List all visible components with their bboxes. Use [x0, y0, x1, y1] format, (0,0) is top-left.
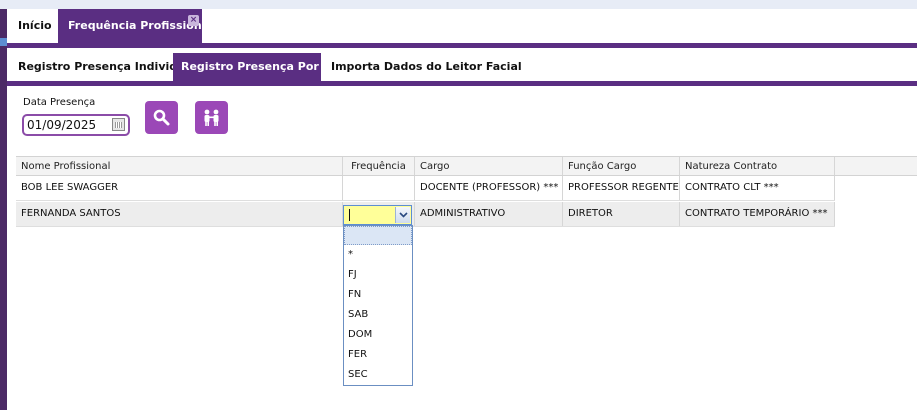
people-button[interactable] [195, 101, 228, 134]
main-tab-underline [7, 43, 917, 48]
column-header-funcao[interactable]: Função Cargo [563, 157, 680, 175]
table-row[interactable]: BOB LEE SWAGGER DOCENTE (PROFESSOR) *** … [16, 176, 835, 201]
column-header-cargo[interactable]: Cargo [415, 157, 563, 175]
cell-natureza: CONTRATO TEMPORÁRIO *** [680, 202, 835, 226]
text-caret [349, 209, 350, 221]
column-header-spacer [835, 157, 917, 175]
cell-natureza: CONTRATO CLT *** [680, 176, 835, 200]
dropdown-option-empty[interactable] [344, 226, 412, 245]
cell-nome: FERNANDA SANTOS [16, 202, 343, 226]
tab-registro-presenca-por-dia[interactable]: Registro Presença Por Dia [173, 53, 343, 81]
table-row[interactable]: FERNANDA SANTOS ADMINISTRATIVO DIRETOR C… [16, 202, 835, 227]
search-button[interactable] [145, 101, 178, 134]
dropdown-option[interactable]: SAB [344, 305, 412, 325]
tab-inicio[interactable]: Início [8, 9, 58, 43]
dropdown-toggle[interactable] [395, 207, 410, 223]
left-edge-strip [0, 0, 7, 410]
close-icon[interactable]: × [188, 15, 199, 26]
date-field[interactable] [22, 114, 130, 136]
left-edge-top [0, 0, 7, 9]
date-input[interactable] [27, 117, 109, 133]
sub-tab-underline [7, 81, 917, 86]
dropdown-option[interactable]: FER [344, 345, 412, 365]
tab-frequencia-profissional[interactable]: Frequência Profissional × [58, 9, 213, 43]
calendar-icon[interactable] [112, 118, 125, 131]
cell-cargo: DOCENTE (PROFESSOR) *** [415, 176, 563, 200]
column-header-frequencia[interactable]: Frequência [343, 157, 415, 175]
tab-importa-dados-leitor-facial[interactable]: Importa Dados do Leitor Facial [323, 53, 522, 81]
frequency-select[interactable] [343, 205, 412, 225]
cell-nome: BOB LEE SWAGGER [16, 176, 343, 200]
column-header-natureza[interactable]: Natureza Contrato [680, 157, 835, 175]
tab-registro-presenca-individual[interactable]: Registro Presença Individual [10, 53, 196, 81]
chevron-down-icon [399, 212, 408, 218]
dropdown-option[interactable]: FJ [344, 265, 412, 285]
dropdown-option[interactable]: DOM [344, 325, 412, 345]
grid-header: Nome Profissional Frequência Cargo Funçã… [16, 156, 917, 176]
search-icon [153, 109, 170, 126]
frequency-dropdown-list: * FJ FN SAB DOM FER SEC [343, 225, 413, 386]
cell-frequencia[interactable] [343, 176, 415, 200]
top-band [7, 0, 917, 9]
dropdown-option[interactable]: SEC [344, 365, 412, 385]
column-header-nome[interactable]: Nome Profissional [16, 157, 343, 175]
date-label: Data Presença [23, 97, 96, 108]
dropdown-option[interactable]: FN [344, 285, 412, 305]
cell-funcao: PROFESSOR REGENTE [563, 176, 680, 200]
cell-funcao: DIRETOR [563, 202, 680, 226]
left-edge-marker [0, 38, 7, 46]
cell-cargo: ADMINISTRATIVO [415, 202, 563, 226]
people-icon [204, 109, 219, 126]
dropdown-option[interactable]: * [344, 245, 412, 265]
